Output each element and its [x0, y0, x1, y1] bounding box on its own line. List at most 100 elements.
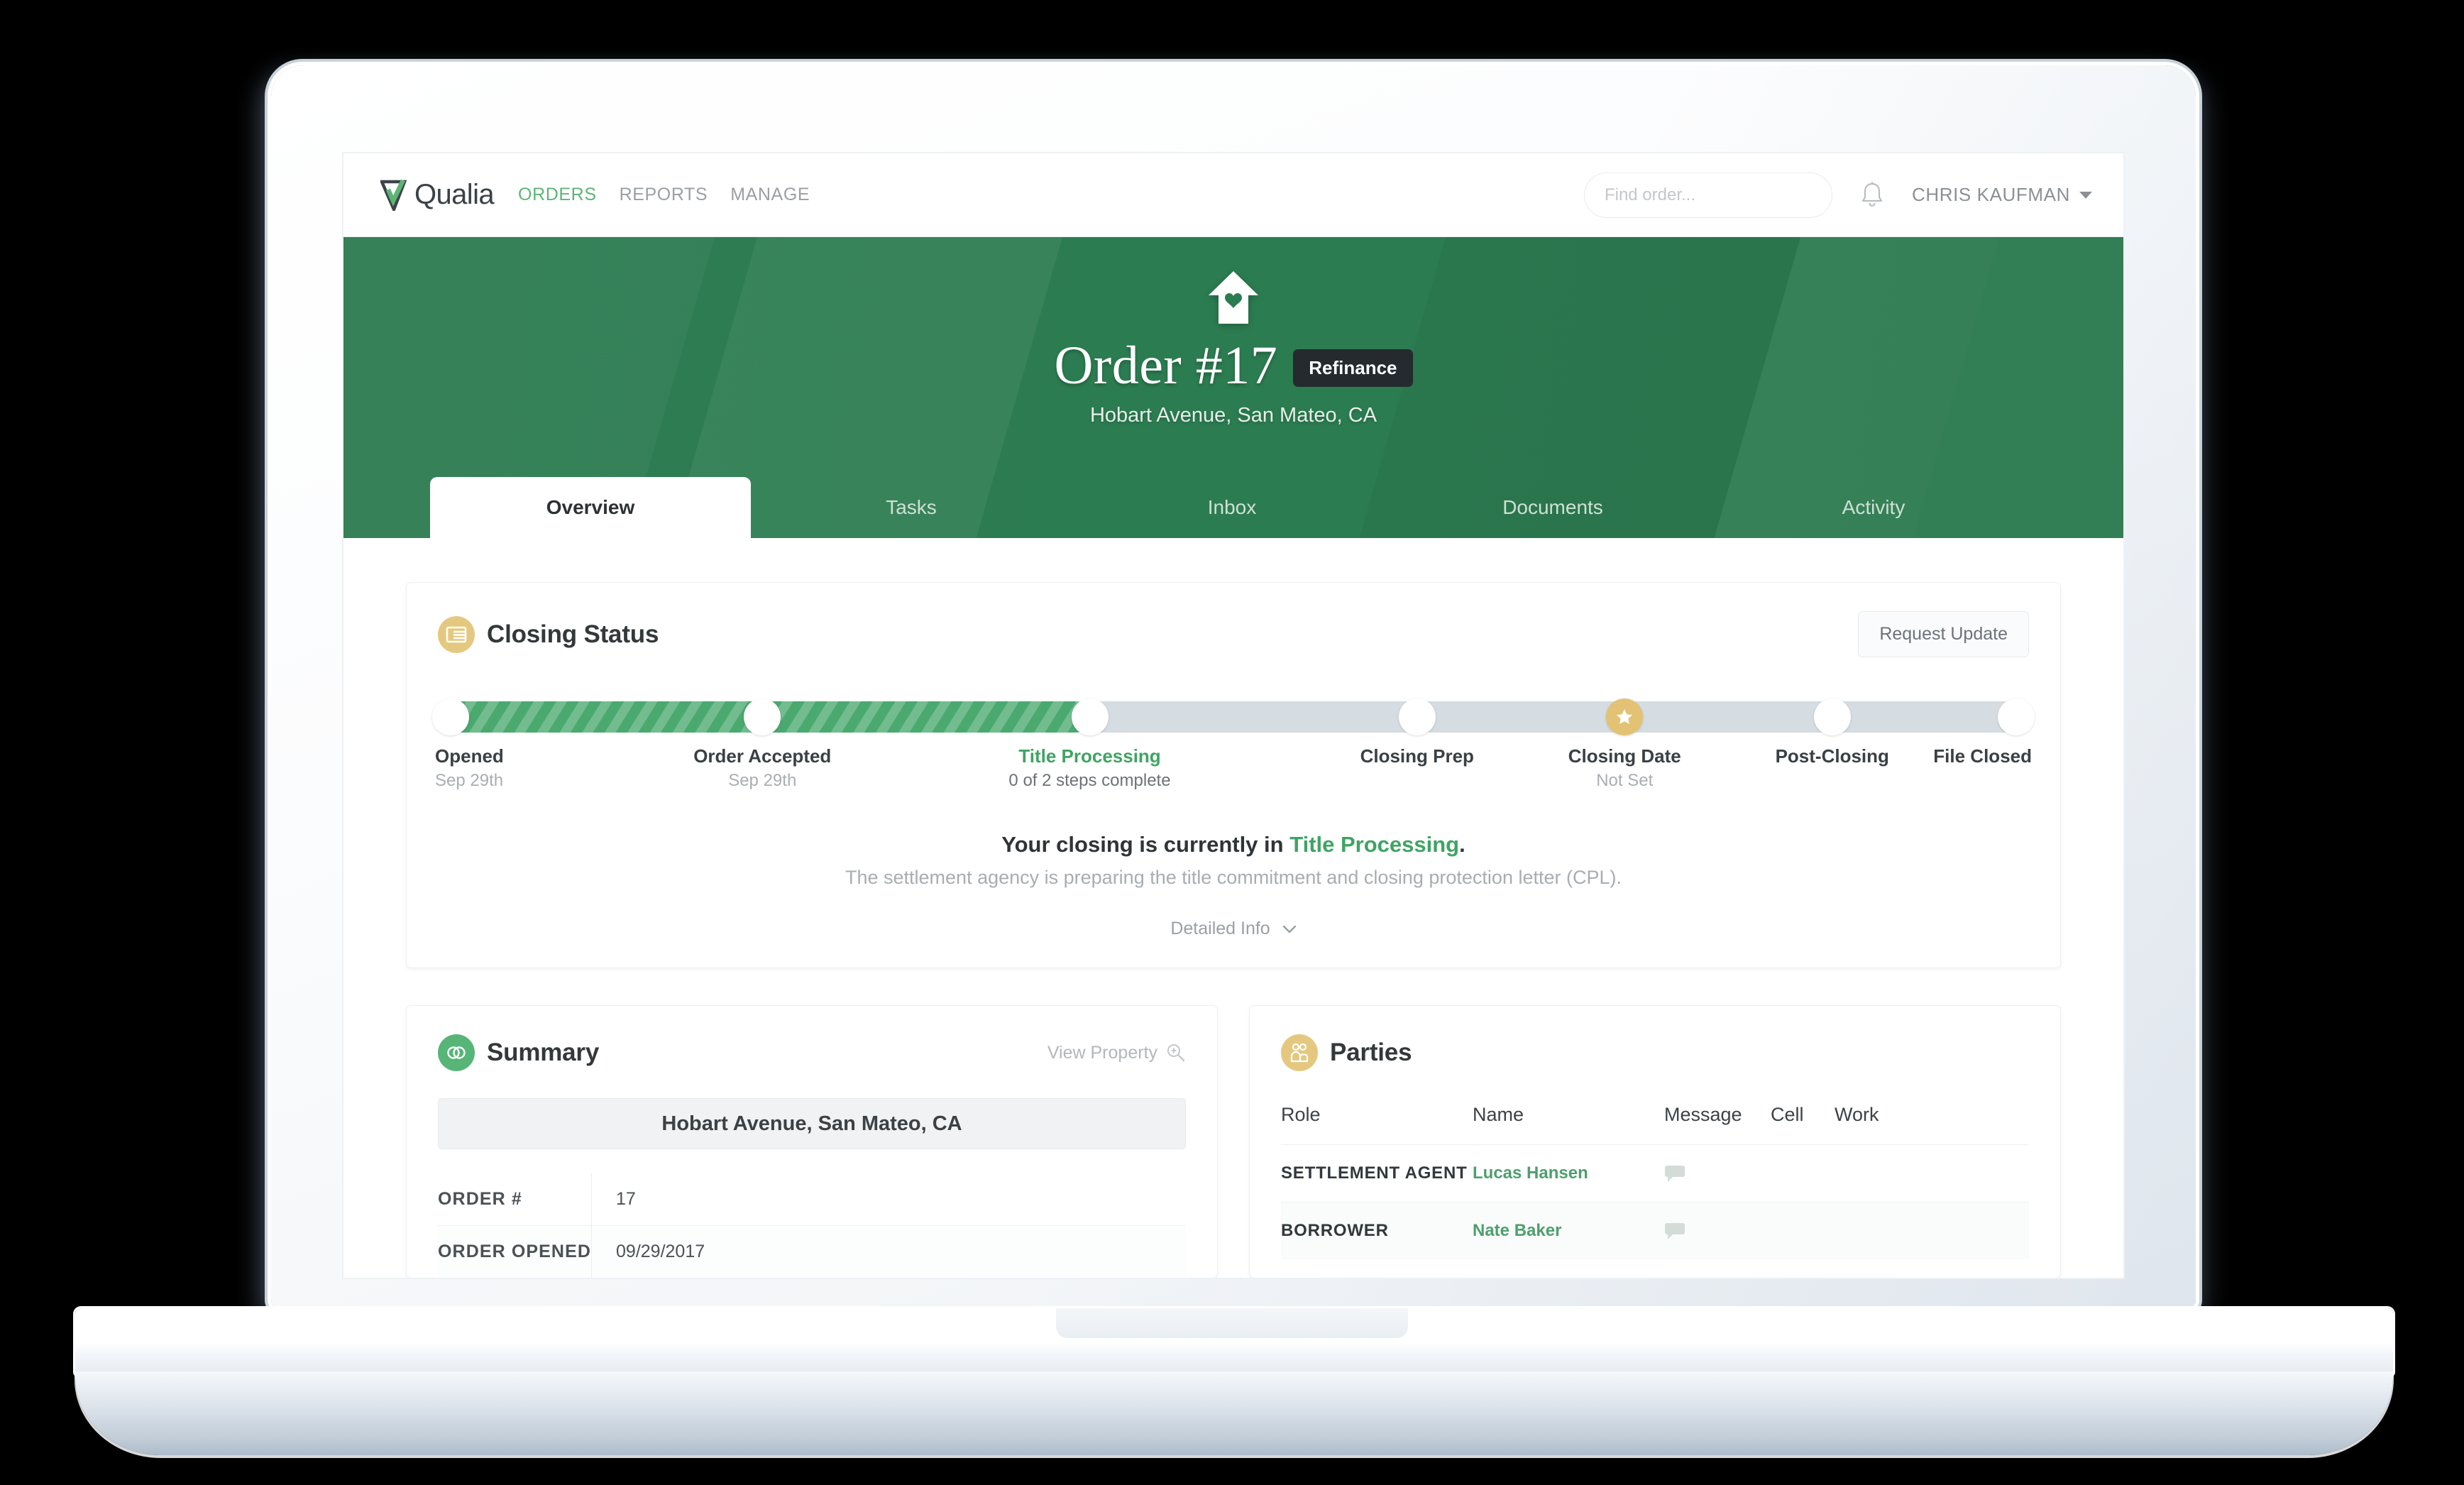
star-icon — [1617, 709, 1633, 724]
progress-labels: Opened Sep 29th Order Accepted Sep 29th Titl… — [435, 745, 2032, 819]
overview-bottom-row: Summary View Property Hobart Avenue, San — [406, 1005, 2061, 1278]
progress-node-closing-date[interactable] — [1606, 698, 1644, 735]
message-bubble-icon[interactable] — [1664, 1222, 1685, 1240]
chevron-down-icon — [2079, 191, 2092, 199]
browser-viewport: Qualia ORDERS REPORTS MANAGE Find order.… — [343, 153, 2123, 1278]
progress-label-title-processing: Title Processing 0 of 2 steps complete — [973, 745, 1207, 791]
top-navbar: Qualia ORDERS REPORTS MANAGE Find order.… — [343, 153, 2123, 237]
milestone-label: Opened — [435, 745, 504, 767]
zoom-in-icon — [1167, 1044, 1185, 1062]
summary-rings-icon — [438, 1034, 475, 1071]
nav-link-orders[interactable]: ORDERS — [518, 185, 597, 205]
party-name-cell: Nate Baker — [1473, 1202, 1664, 1259]
chevron-down-icon — [1282, 925, 1296, 933]
party-name-link[interactable]: Lucas Hansen — [1473, 1163, 1588, 1183]
detailed-info-toggle[interactable]: Detailed Info — [407, 919, 2060, 939]
progress-label-opened: Opened Sep 29th — [435, 745, 504, 791]
col-work: Work — [1835, 1104, 1879, 1125]
progress-label-closing-prep: Closing Prep — [1300, 745, 1534, 767]
table-row: ORDER OPENED 09/29/2017 — [438, 1225, 1186, 1278]
order-type-badge: Refinance — [1293, 349, 1413, 387]
progress-node-title-processing[interactable] — [1071, 698, 1109, 735]
request-update-button[interactable]: Request Update — [1858, 611, 2029, 657]
party-cell-cell — [1771, 1144, 1835, 1202]
status-suffix: . — [1459, 832, 1465, 857]
house-heart-icon — [1209, 271, 1258, 324]
order-hero: Order #17 Refinance Hobart Avenue, San M… — [343, 237, 2123, 538]
col-role: Role — [1281, 1104, 1321, 1125]
overview-content: Closing Status Request Update Opened Sep … — [343, 538, 2123, 1278]
status-highlight: Title Processing — [1289, 832, 1460, 857]
search-input[interactable] — [1604, 185, 1825, 205]
brand-name: Qualia — [414, 179, 495, 210]
party-work-cell — [1835, 1202, 2029, 1259]
status-prefix: Your closing is currently in — [1001, 832, 1290, 857]
tab-activity[interactable]: Activity — [1713, 477, 2034, 538]
milestone-sublabel: Sep 29th — [728, 771, 797, 790]
closing-status-icon — [438, 615, 475, 653]
progress-node-closing-prep[interactable] — [1398, 698, 1436, 735]
summary-address-bar: Hobart Avenue, San Mateo, CA — [438, 1098, 1186, 1149]
milestone-sublabel: Not Set — [1596, 771, 1654, 790]
current-status-sentence: Your closing is currently in Title Proce… — [407, 832, 2060, 857]
milestone-label: Closing Date — [1568, 745, 1681, 767]
qualia-mark-icon — [380, 179, 407, 211]
message-bubble-icon[interactable] — [1664, 1164, 1685, 1183]
order-tabs: Overview Tasks Inbox Documents Activity — [343, 477, 2123, 538]
laptop-notch — [1056, 1308, 1408, 1338]
progress-label-order-accepted: Order Accepted Sep 29th — [645, 745, 879, 791]
parties-people-icon — [1281, 1034, 1318, 1071]
parties-header: Parties — [1250, 1006, 2060, 1071]
summary-value: 17 — [591, 1173, 1186, 1226]
nav-link-reports[interactable]: REPORTS — [620, 185, 708, 205]
closing-status-card: Closing Status Request Update Opened Sep … — [406, 582, 2061, 968]
party-role: SETTLEMENT AGENT — [1281, 1144, 1473, 1202]
party-name-link[interactable]: Nate Baker — [1473, 1221, 1561, 1240]
qualia-logo[interactable]: Qualia — [380, 179, 495, 211]
party-name-cell: Lucas Hansen — [1473, 1144, 1664, 1202]
tab-inbox[interactable]: Inbox — [1072, 477, 1392, 538]
summary-title: Summary — [487, 1039, 600, 1066]
col-name: Name — [1473, 1104, 1524, 1125]
navbar-right: CHRIS KAUFMAN — [1583, 172, 2092, 218]
progress-node-opened[interactable] — [432, 698, 469, 735]
property-address: Hobart Avenue, San Mateo, CA — [1089, 404, 1377, 427]
table-row: ORDER # 17 — [438, 1173, 1186, 1226]
tab-tasks[interactable]: Tasks — [751, 477, 1072, 538]
view-property-label: View Property — [1047, 1042, 1157, 1063]
primary-nav: ORDERS REPORTS MANAGE — [518, 185, 810, 205]
parties-card: Parties Role Name Message Cell Work SETT… — [1249, 1005, 2061, 1278]
party-role: BORROWER — [1281, 1202, 1473, 1259]
col-message: Message — [1664, 1104, 1742, 1125]
user-menu[interactable]: CHRIS KAUFMAN — [1912, 184, 2092, 206]
party-message-cell[interactable] — [1664, 1202, 1771, 1259]
progress-node-order-accepted[interactable] — [744, 698, 781, 735]
col-cell: Cell — [1771, 1104, 1804, 1125]
detailed-info-label: Detailed Info — [1170, 919, 1270, 938]
parties-title: Parties — [1330, 1039, 1412, 1066]
party-cell-cell — [1771, 1202, 1835, 1259]
progress-label-closing-date: Closing Date Not Set — [1507, 745, 1742, 791]
summary-key: ORDER OPENED — [438, 1225, 592, 1278]
screenshot-stage: Qualia ORDERS REPORTS MANAGE Find order.… — [0, 0, 2464, 1485]
status-description: The settlement agency is preparing the t… — [845, 867, 1622, 888]
progress-node-post-closing[interactable] — [1813, 698, 1851, 735]
summary-card: Summary View Property Hobart Avenue, San — [406, 1005, 1218, 1278]
progress-node-file-closed[interactable] — [1998, 698, 2035, 735]
notification-bell-icon[interactable] — [1859, 180, 1885, 210]
hero-content: Order #17 Refinance Hobart Avenue, San M… — [343, 237, 2123, 427]
page-title: Order #17 — [1054, 336, 1278, 395]
summary-header: Summary View Property — [407, 1006, 1217, 1071]
view-property-link[interactable]: View Property — [1047, 1043, 1186, 1063]
nav-link-manage[interactable]: MANAGE — [730, 185, 810, 205]
summary-key: ORDER # — [438, 1189, 522, 1209]
progress-label-file-closed: File Closed — [1933, 745, 2032, 767]
milestone-label: Order Accepted — [693, 745, 832, 767]
order-search[interactable] — [1583, 172, 1832, 218]
milestone-sublabel: Sep 29th — [435, 771, 504, 790]
tab-documents[interactable]: Documents — [1392, 477, 1713, 538]
milestone-sublabel: 0 of 2 steps complete — [1008, 771, 1171, 790]
party-message-cell[interactable] — [1664, 1144, 1771, 1202]
tab-overview[interactable]: Overview — [430, 477, 751, 538]
laptop-foot — [75, 1371, 2393, 1455]
